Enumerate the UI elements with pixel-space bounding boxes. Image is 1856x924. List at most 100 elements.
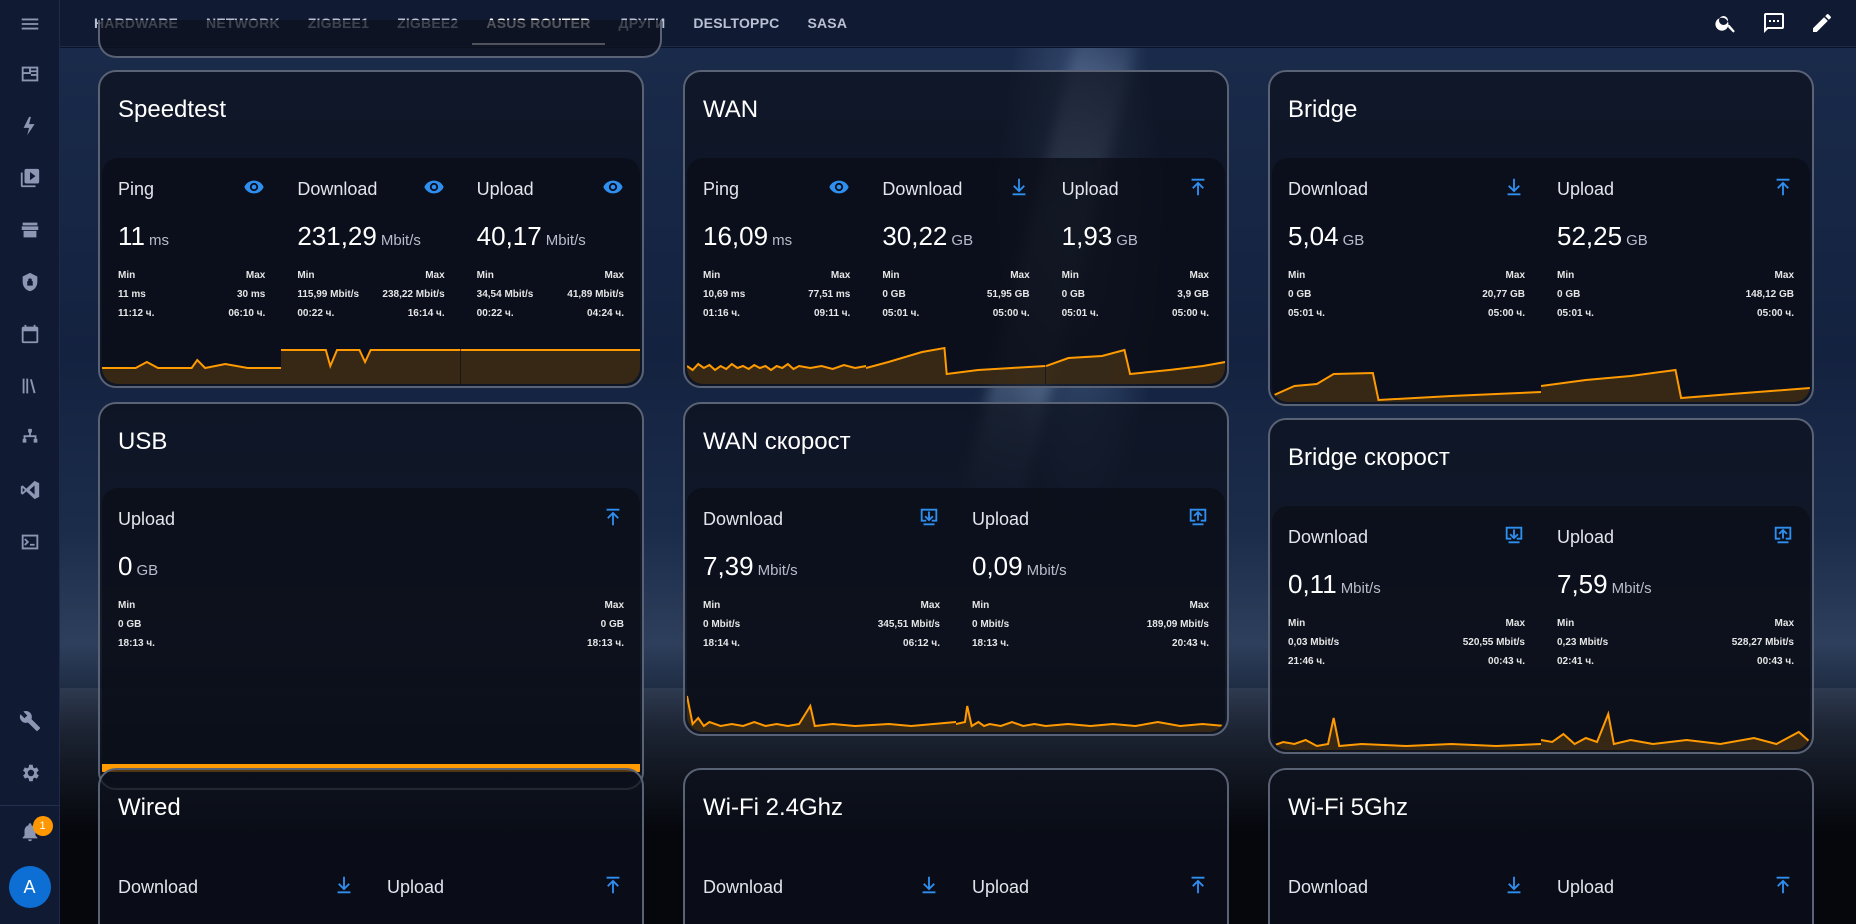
min-label: Min: [1557, 270, 1575, 281]
terminal-icon: [21, 534, 38, 550]
card-wifi24[interactable]: Wi-Fi 2.4Ghz Download Upload: [683, 768, 1229, 924]
stat-upload[interactable]: Upload 0,09 Mbit/s Min Max 0 Mbit/s 189,09 Mbi…: [956, 488, 1225, 732]
sidebar-item-vscode[interactable]: [0, 464, 60, 516]
card-bridge-speed[interactable]: Bridge скорост Download 0,11 Mbit/s Min Max 0,…: [1268, 418, 1814, 754]
upload-box-icon[interactable]: [1187, 506, 1209, 533]
stat-value: 0,11 Mbit/s: [1288, 569, 1525, 600]
min-value: 10,69 ms: [703, 289, 746, 300]
card-wan-speed[interactable]: WAN скорост Download 7,39 Mbit/s Min Max 0 Mbi…: [683, 402, 1229, 736]
card-bridge[interactable]: Bridge Download 5,04 GB Min Max 0 GB 20,77 GB 05…: [1268, 70, 1814, 406]
notifications-button[interactable]: 1: [0, 806, 60, 858]
min-time: 21:46 ч.: [1288, 656, 1325, 667]
stat-unit: Mbit/s: [1611, 580, 1652, 597]
stat-download[interactable]: Download 7,39 Mbit/s Min Max 0 Mbit/s 345,51 M…: [687, 488, 956, 732]
stat-download[interactable]: Download 30,22 GB Min Max 0 GB 51,95 GB 05:01 ч…: [866, 158, 1046, 384]
max-label: Max: [1505, 270, 1525, 281]
stat-upload[interactable]: Upload: [371, 856, 640, 924]
max-value: 20,77 GB: [1482, 289, 1525, 300]
card-wired[interactable]: Wired Download Upload: [98, 768, 644, 924]
sidebar-item-history[interactable]: [0, 360, 60, 412]
max-time: 00:43 ч.: [1488, 656, 1525, 667]
min-value: 0,23 Mbit/s: [1557, 637, 1609, 648]
stat-upload[interactable]: Upload: [1541, 856, 1810, 924]
stat-label: Upload: [1061, 179, 1119, 199]
edit-pencil-icon[interactable]: [1810, 11, 1834, 35]
sidebar-item-settings[interactable]: [0, 747, 60, 799]
max-value: 189,09 Mbit/s: [1146, 619, 1209, 630]
stat-number: 52,25: [1557, 221, 1623, 251]
min-time: 05:01 ч.: [1557, 308, 1594, 319]
stat-download[interactable]: Download 0,11 Mbit/s Min Max 0,03 Mbit/s 520,5…: [1272, 506, 1541, 750]
download-icon[interactable]: [1503, 176, 1525, 203]
sidebar-item-developer-tools[interactable]: [0, 695, 60, 747]
eye-icon[interactable]: [602, 176, 624, 203]
download-icon[interactable]: [1503, 874, 1525, 901]
stat-number: 0,09: [972, 551, 1023, 581]
download-icon[interactable]: [333, 874, 355, 901]
stat-ping[interactable]: Ping 11 ms Min Max 11 ms 30 ms 11:12 ч. 06:10 ч.: [102, 158, 282, 384]
max-value: 345,51 Mbit/s: [877, 619, 940, 630]
tab-desltoppc[interactable]: DESLTOPPC: [679, 0, 793, 47]
card-wan[interactable]: WAN Ping 16,09 ms Min Max 10,69 ms 77,51 ms 01:1…: [683, 70, 1229, 388]
developer-tools-icon: [19, 711, 40, 732]
search-icon[interactable]: [1714, 11, 1738, 35]
min-label: Min: [1061, 270, 1079, 281]
stat-label: Upload: [387, 877, 445, 897]
card-usb[interactable]: USB Upload 0 GB Min Max 0 GB 0 GB 18:13 ч. 18:13 …: [98, 402, 644, 790]
card-wifi5[interactable]: Wi-Fi 5Ghz Download Upload: [1268, 768, 1814, 924]
min-label: Min: [1288, 270, 1306, 281]
download-box-icon[interactable]: [918, 506, 940, 533]
stat-upload[interactable]: Upload 40,17 Mbit/s Min Max 34,54 Mbit/s 41,89…: [460, 158, 640, 384]
sidebar-item-energy[interactable]: [0, 100, 60, 152]
sparkline-graph: [956, 686, 1225, 732]
tab-sasa[interactable]: SASA: [793, 0, 861, 47]
stat-unit: GB: [1626, 232, 1648, 249]
sidebar-item-calendar[interactable]: [0, 308, 60, 360]
eye-icon[interactable]: [423, 176, 445, 203]
sidebar-item-terminal[interactable]: [0, 516, 60, 568]
sidebar-item-security[interactable]: [0, 256, 60, 308]
sidebar-item-network-map[interactable]: [0, 412, 60, 464]
max-label: Max: [425, 270, 445, 281]
stat-upload[interactable]: Upload 52,25 GB Min Max 0 GB 148,12 GB 05:01 ч.…: [1541, 158, 1810, 402]
stat-download[interactable]: Download: [1272, 856, 1541, 924]
max-label: Max: [1189, 270, 1209, 281]
max-time: 00:43 ч.: [1757, 656, 1794, 667]
upload-box-icon[interactable]: [1772, 524, 1794, 551]
card-speedtest[interactable]: Speedtest Ping 11 ms Min Max 11 ms 30 ms 11:12 ч…: [98, 70, 644, 388]
stat-download[interactable]: Download: [687, 856, 956, 924]
max-label: Max: [920, 600, 940, 611]
upload-icon[interactable]: [602, 506, 624, 533]
download-icon[interactable]: [1008, 176, 1030, 203]
min-max-table: Min Max 115,99 Mbit/s 238,22 Mbit/s 00:22 ч.…: [297, 266, 444, 323]
stat-upload[interactable]: Upload 1,93 GB Min Max 0 GB 3,9 GB 05:01 ч. 05:0…: [1045, 158, 1225, 384]
upload-icon[interactable]: [1187, 874, 1209, 901]
stat-upload[interactable]: Upload: [956, 856, 1225, 924]
stat-download[interactable]: Download: [102, 856, 371, 924]
min-label: Min: [703, 270, 721, 281]
eye-icon[interactable]: [828, 176, 850, 203]
upload-icon[interactable]: [1772, 874, 1794, 901]
stat-upload[interactable]: Upload 0 GB Min Max 0 GB 0 GB 18:13 ч. 18:13 ч.: [102, 488, 640, 786]
stat-download[interactable]: Download 5,04 GB Min Max 0 GB 20,77 GB 05:01 ч.…: [1272, 158, 1541, 402]
sidebar-item-overview[interactable]: [0, 48, 60, 100]
eye-icon[interactable]: [243, 176, 265, 203]
min-label: Min: [703, 600, 721, 611]
stat-upload[interactable]: Upload 7,59 Mbit/s Min Max 0,23 Mbit/s 528,27 …: [1541, 506, 1810, 750]
assist-icon[interactable]: [1762, 11, 1786, 35]
stat-number: 40,17: [476, 221, 542, 251]
stat-number: 30,22: [882, 221, 948, 251]
sidebar-item-hacs[interactable]: [0, 204, 60, 256]
upload-icon[interactable]: [602, 874, 624, 901]
stat-download[interactable]: Download 231,29 Mbit/s Min Max 115,99 Mbit/s 2…: [281, 158, 461, 384]
upload-icon[interactable]: [1187, 176, 1209, 203]
stat-ping[interactable]: Ping 16,09 ms Min Max 10,69 ms 77,51 ms 01:16 ч…: [687, 158, 867, 384]
download-icon[interactable]: [918, 874, 940, 901]
download-box-icon[interactable]: [1503, 524, 1525, 551]
min-label: Min: [476, 270, 494, 281]
sidebar-item-media[interactable]: [0, 152, 60, 204]
min-max-table: Min Max 0 GB 20,77 GB 05:01 ч. 05:00 ч.: [1288, 266, 1525, 323]
upload-icon[interactable]: [1772, 176, 1794, 203]
menu-toggle-button[interactable]: [0, 0, 60, 48]
user-avatar[interactable]: A: [8, 866, 51, 908]
